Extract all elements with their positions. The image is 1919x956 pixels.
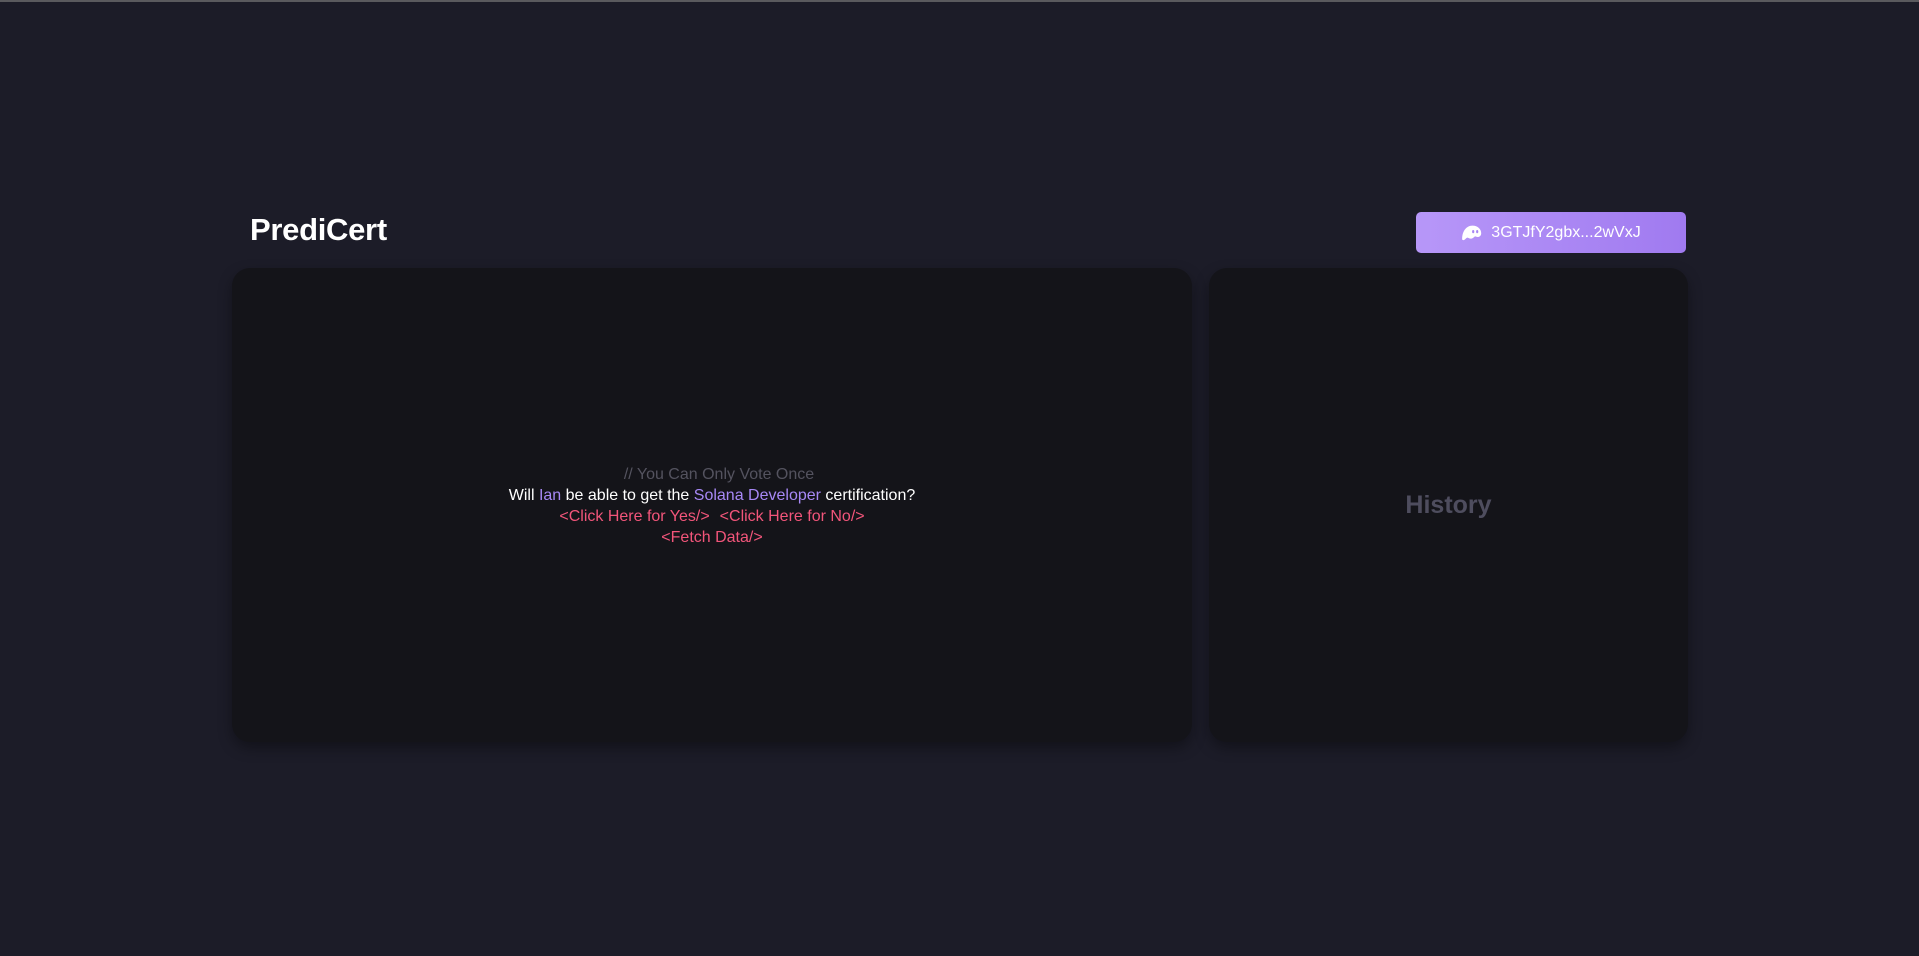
header: PrediCert 3GTJfY2gbx...2wVxJ xyxy=(232,208,1688,268)
panels-row: // You Can Only Vote Once Will Ian be ab… xyxy=(232,268,1688,742)
prediction-question: Will Ian be able to get the Solana Devel… xyxy=(232,485,1192,506)
vote-yes-link[interactable]: <Click Here for Yes/> xyxy=(559,508,709,525)
window-top-border xyxy=(0,0,1919,2)
question-suffix: certification? xyxy=(825,487,916,504)
wallet-address: 3GTJfY2gbx...2wVxJ xyxy=(1491,223,1641,241)
question-prefix: Will xyxy=(508,487,535,504)
certification-name: Solana Developer xyxy=(693,487,821,504)
fetch-data-link[interactable]: <Fetch Data/> xyxy=(661,529,762,546)
vote-no-link[interactable]: <Click Here for No/> xyxy=(720,508,865,525)
phantom-ghost-icon xyxy=(1461,224,1482,242)
candidate-name: Ian xyxy=(538,487,562,504)
vote-actions: <Click Here for Yes/> <Click Here for No/… xyxy=(232,506,1192,527)
brand-title: PrediCert xyxy=(250,212,387,247)
vote-once-notice: // You Can Only Vote Once xyxy=(623,466,815,483)
history-title: History xyxy=(1405,490,1492,519)
vote-block: // You Can Only Vote Once Will Ian be ab… xyxy=(232,464,1192,548)
fetch-row: <Fetch Data/> xyxy=(232,527,1192,548)
app-container: PrediCert 3GTJfY2gbx...2wVxJ // You Can … xyxy=(232,208,1688,742)
voting-panel: // You Can Only Vote Once Will Ian be ab… xyxy=(232,268,1192,742)
question-middle: be able to get the xyxy=(565,487,690,504)
history-panel: History xyxy=(1209,268,1688,742)
wallet-connect-button[interactable]: 3GTJfY2gbx...2wVxJ xyxy=(1416,212,1686,253)
